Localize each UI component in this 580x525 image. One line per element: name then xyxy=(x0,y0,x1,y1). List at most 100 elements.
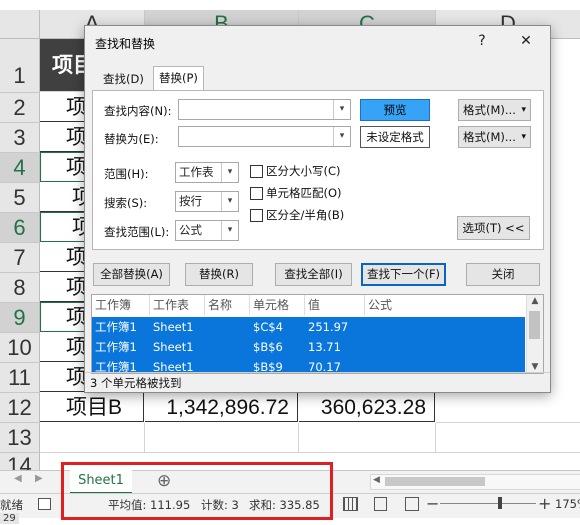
lookin-select[interactable]: 公式 ▾ xyxy=(175,220,239,241)
row-header[interactable]: 9 xyxy=(0,303,40,333)
result-header-book[interactable]: 工作簿 xyxy=(92,295,150,315)
row-header[interactable]: 10 xyxy=(0,333,40,363)
chevron-down-icon[interactable]: ▾ xyxy=(221,163,238,182)
result-header-name[interactable]: 名称 xyxy=(205,295,250,315)
dialog-title: 查找和替换 xyxy=(95,37,156,51)
search-select[interactable]: 按行 ▾ xyxy=(175,191,239,212)
tab-find[interactable]: 查找(D) xyxy=(98,68,149,90)
select-all-corner[interactable] xyxy=(0,10,40,39)
row-header[interactable]: 5 xyxy=(0,183,40,213)
row-header[interactable]: 1 xyxy=(0,39,40,93)
cell-a13[interactable] xyxy=(40,423,145,453)
match-width-label: 区分全/半角(B) xyxy=(266,208,345,222)
close-icon[interactable]: ✕ xyxy=(512,30,540,52)
status-divider xyxy=(85,372,550,373)
find-label: 查找内容(N): xyxy=(104,104,172,118)
result-row[interactable]: 工作簿1 Sheet1 $C$4 251.97 xyxy=(92,317,525,337)
ready-status: 就绪 xyxy=(0,498,23,512)
active-cell-border xyxy=(40,152,90,182)
zoom-slider[interactable] xyxy=(440,503,536,504)
chevron-down-icon[interactable]: ▾ xyxy=(221,221,238,240)
tab-scroll-left-icon[interactable]: ◀ xyxy=(14,473,22,484)
row-header[interactable]: 3 xyxy=(0,123,40,153)
result-row[interactable]: 工作簿1 Sheet1 $B$6 13.71 xyxy=(92,337,525,357)
cell-b12[interactable]: 1,342,896.72 xyxy=(145,393,298,422)
row-header[interactable]: 6 xyxy=(0,213,40,243)
row-header[interactable]: 12 xyxy=(0,393,40,423)
preview-button[interactable]: 预览 xyxy=(360,99,430,121)
scope-label: 范围(H): xyxy=(104,167,149,181)
no-format-set-button[interactable]: 未设定格式 xyxy=(360,126,430,148)
close-button[interactable]: 关闭 xyxy=(466,263,540,286)
result-header-value[interactable]: 值 xyxy=(305,295,365,315)
active-cell-border xyxy=(40,212,90,242)
row-header[interactable]: 8 xyxy=(0,273,40,303)
chevron-down-icon[interactable]: ▼ xyxy=(527,362,543,372)
results-scrollbar[interactable]: ▲ ▼ xyxy=(526,295,543,373)
help-button[interactable]: ? xyxy=(468,30,496,52)
tab-replace[interactable]: 替换(P) xyxy=(153,66,204,91)
row-header[interactable]: 4 xyxy=(0,153,40,183)
scope-select[interactable]: 工作表 ▾ xyxy=(175,162,239,183)
find-next-button[interactable]: 查找下一个(F) xyxy=(361,263,446,286)
chevron-down-icon: ▾ xyxy=(521,132,526,142)
replace-all-button[interactable]: 全部替换(A) xyxy=(93,263,170,286)
replace-button[interactable]: 替换(R) xyxy=(185,263,253,286)
macro-record-icon[interactable] xyxy=(38,498,51,510)
cell-c12[interactable]: 360,623.28 xyxy=(299,393,435,422)
replace-panel: 查找内容(N): ▾ 预览 格式(M)... ▾ 替换为(E): ▾ 未设定格式 … xyxy=(92,90,544,250)
find-all-button[interactable]: 查找全部(I) xyxy=(275,263,352,286)
normal-view-icon[interactable] xyxy=(343,497,358,511)
format-button-find[interactable]: 格式(M)... ▾ xyxy=(458,99,531,121)
page-break-icon[interactable] xyxy=(405,497,419,511)
result-book: 工作簿1 xyxy=(95,340,137,354)
match-width-checkbox[interactable] xyxy=(250,209,263,222)
chevron-up-icon[interactable]: ▲ xyxy=(527,296,543,306)
row-number-partial: 29 xyxy=(0,513,19,524)
match-cell-label: 单元格匹配(O) xyxy=(266,186,342,200)
result-value: 251.97 xyxy=(308,320,349,334)
row-header[interactable]: 2 xyxy=(0,93,40,123)
lookin-value: 公式 xyxy=(179,223,202,237)
find-replace-dialog: 查找和替换 ? ✕ 查找(D) 替换(P) 查找内容(N): ▾ 预览 格式(M… xyxy=(84,25,551,393)
chevron-down-icon[interactable]: ▾ xyxy=(333,100,350,119)
format-label: 格式(M)... xyxy=(463,130,516,144)
result-sheet: Sheet1 xyxy=(153,320,194,334)
row-header[interactable]: 13 xyxy=(0,423,40,453)
zoom-out-icon[interactable]: − xyxy=(426,494,439,513)
found-count-status: 3 个单元格被找到 xyxy=(90,376,182,390)
row-header[interactable]: 11 xyxy=(0,363,40,393)
page-layout-icon[interactable] xyxy=(374,497,387,511)
search-value: 按行 xyxy=(179,194,202,208)
replace-label: 替换为(E): xyxy=(104,132,159,146)
result-cell: $B$6 xyxy=(253,340,283,354)
cell-c13[interactable] xyxy=(299,423,436,453)
results-list[interactable]: 工作簿 工作表 名称 单元格 值 公式 工作簿1 Sheet1 $C$4 251… xyxy=(91,294,544,374)
cell-a12[interactable]: 项目B xyxy=(40,393,144,422)
zoom-slider-thumb[interactable] xyxy=(498,497,502,509)
chevron-down-icon[interactable]: ▾ xyxy=(221,192,238,211)
result-book: 工作簿1 xyxy=(95,320,137,334)
match-cell-checkbox[interactable] xyxy=(250,187,263,200)
zoom-level[interactable]: 175% xyxy=(555,497,580,511)
lookin-label: 查找范围(L): xyxy=(104,225,170,239)
chevron-down-icon[interactable]: ▾ xyxy=(333,127,350,146)
result-header-cell[interactable]: 单元格 xyxy=(250,295,305,315)
find-input[interactable]: ▾ xyxy=(178,99,351,120)
chevron-left-icon[interactable]: ◀ xyxy=(373,475,380,485)
scrollbar-thumb[interactable] xyxy=(385,477,485,486)
horizontal-scrollbar[interactable]: ◀ xyxy=(370,474,580,490)
tab-scroll-right-icon[interactable]: ▶ xyxy=(35,473,43,484)
replace-input[interactable]: ▾ xyxy=(178,126,351,147)
match-case-checkbox[interactable] xyxy=(250,165,263,178)
cell-d13[interactable] xyxy=(436,423,580,453)
result-header-formula[interactable]: 公式 xyxy=(365,295,525,315)
format-button-replace[interactable]: 格式(M)... ▾ xyxy=(458,126,531,148)
result-header-sheet[interactable]: 工作表 xyxy=(150,295,205,315)
options-button[interactable]: 选项(T) << xyxy=(457,216,530,240)
cell-d-column[interactable] xyxy=(436,393,580,423)
row-header[interactable]: 7 xyxy=(0,243,40,273)
scrollbar-thumb[interactable] xyxy=(529,311,540,339)
zoom-in-icon[interactable]: + xyxy=(538,494,551,513)
cell-b13[interactable] xyxy=(145,423,299,453)
